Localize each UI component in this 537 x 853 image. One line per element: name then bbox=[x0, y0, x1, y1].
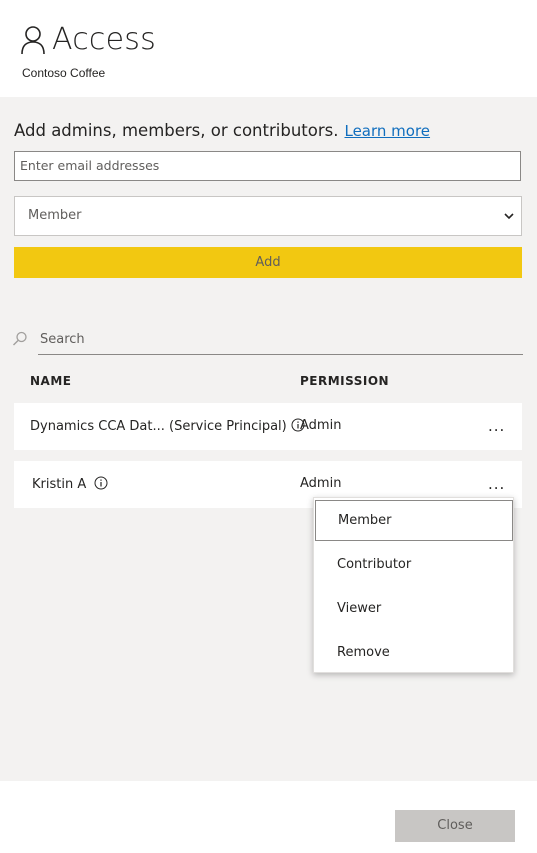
person-icon bbox=[21, 25, 45, 54]
member-name: Dynamics CCA Dat... (Service Principal) bbox=[30, 418, 305, 434]
menu-item-member[interactable]: Member bbox=[315, 500, 513, 541]
menu-item-viewer[interactable]: Viewer bbox=[314, 587, 513, 631]
add-heading: Add admins, members, or contributors. Lea… bbox=[14, 121, 430, 140]
member-permission: Admin bbox=[300, 418, 342, 433]
page-title: Access bbox=[52, 22, 156, 57]
info-icon[interactable] bbox=[94, 476, 108, 490]
role-select[interactable]: Member bbox=[14, 196, 522, 236]
more-options-icon[interactable]: ... bbox=[488, 475, 505, 493]
close-button[interactable]: Close bbox=[395, 810, 515, 842]
search-input[interactable]: Search bbox=[40, 332, 85, 347]
chevron-down-icon bbox=[504, 213, 514, 220]
more-options-icon[interactable]: ... bbox=[488, 417, 505, 435]
column-header-name: NAME bbox=[30, 374, 72, 388]
search-underline bbox=[38, 354, 523, 355]
member-name: Kristin A bbox=[32, 476, 108, 492]
add-heading-text: Add admins, members, or contributors. bbox=[14, 121, 339, 140]
table-row: Dynamics CCA Dat... (Service Principal) … bbox=[14, 403, 522, 450]
search-icon bbox=[13, 331, 27, 346]
member-name-text: Dynamics CCA Dat... (Service Principal) bbox=[30, 419, 287, 434]
email-input[interactable]: Enter email addresses bbox=[14, 151, 521, 181]
search-box[interactable]: Search bbox=[12, 329, 523, 355]
column-header-permission: PERMISSION bbox=[300, 374, 390, 388]
role-select-value: Member bbox=[28, 208, 82, 223]
member-name-text: Kristin A bbox=[32, 477, 87, 492]
menu-item-contributor[interactable]: Contributor bbox=[314, 543, 513, 587]
add-button[interactable]: Add bbox=[14, 247, 522, 278]
title-row: Access bbox=[20, 22, 156, 57]
menu-item-remove[interactable]: Remove bbox=[314, 631, 513, 675]
footer: Close bbox=[0, 781, 537, 853]
access-panel: Add admins, members, or contributors. Lea… bbox=[0, 97, 537, 781]
workspace-name: Contoso Coffee bbox=[22, 66, 106, 80]
access-header: Access Contoso Coffee bbox=[0, 0, 537, 97]
learn-more-link[interactable]: Learn more bbox=[344, 122, 430, 140]
permission-context-menu: Member Contributor Viewer Remove bbox=[313, 497, 514, 673]
member-permission: Admin bbox=[300, 476, 342, 491]
